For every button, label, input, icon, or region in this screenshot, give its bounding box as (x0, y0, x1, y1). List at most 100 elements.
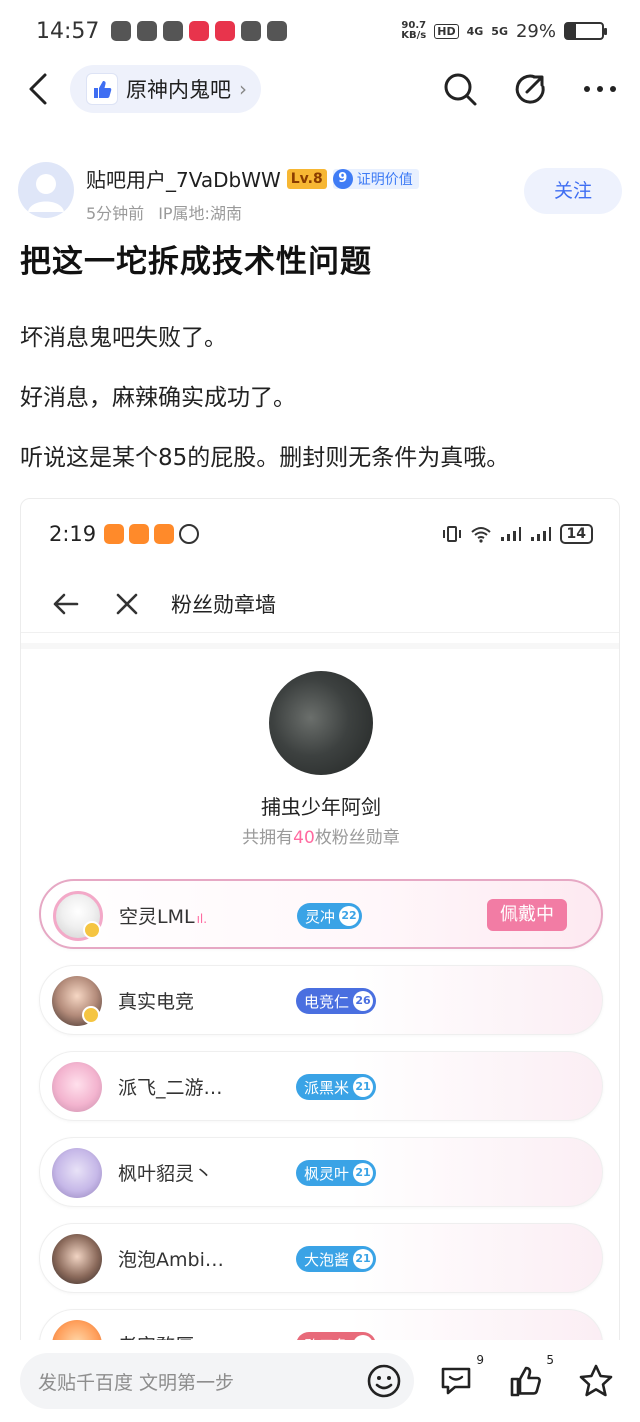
star-icon (579, 1364, 613, 1397)
like-count: 5 (546, 1353, 554, 1367)
medal-level: 26 (353, 991, 374, 1011)
vip-badge-icon (83, 921, 101, 939)
streamer-name: 枫叶貂灵丶 (118, 1163, 214, 1185)
xiaohongshu-icon (215, 21, 236, 41)
reply-input[interactable]: 发贴千百度 文明第一步 (20, 1353, 414, 1409)
fan-medal: 派黑米 21 (296, 1074, 377, 1100)
medal-row[interactable]: 空灵LML ıl. 灵冲 22 佩戴中 (39, 879, 603, 949)
hd-badge: HD (434, 23, 459, 39)
medal-row[interactable]: 枫叶貂灵丶 枫灵叶 21 (39, 1137, 603, 1207)
link-app-icon (241, 21, 262, 41)
orange-app-icon (129, 524, 150, 544)
medal-level: 21 (353, 1077, 374, 1097)
medal-level: 22 (339, 906, 360, 926)
favorite-button[interactable] (576, 1361, 616, 1401)
inner-battery: 14 (559, 524, 593, 544)
orange-app-icon (104, 524, 125, 544)
comment-icon (441, 1367, 471, 1395)
wifi-icon (470, 527, 491, 543)
post-image[interactable]: 2:19 14 粉丝勋章墙 捕虫少年阿剑 共拥有40枚粉丝勋章 空灵LML ıl.… (20, 498, 620, 1358)
more-button[interactable] (580, 69, 620, 109)
inner-header: 粉丝勋章墙 (21, 575, 619, 633)
profile-name: 捕虫少年阿剑 (261, 795, 381, 819)
medal-row[interactable]: 派飞_二游… 派黑米 21 (39, 1051, 603, 1121)
forum-name: 原神内鬼吧 (126, 78, 231, 102)
back-button[interactable] (20, 71, 56, 107)
live-bars-icon: ıl. (196, 912, 208, 926)
streamer-name: 派飞_二游… (118, 1077, 223, 1099)
vibrate-icon (442, 526, 461, 542)
close-icon (116, 593, 138, 614)
battery-fill (566, 24, 577, 38)
inner-page-title: 粉丝勋章墙 (171, 592, 276, 617)
orange-app-icon (154, 524, 175, 544)
emoji-button[interactable] (364, 1361, 404, 1401)
streamer-name: 真实电竞 (118, 991, 195, 1013)
back-icon (29, 73, 47, 105)
medal-row[interactable]: 泡泡Ambi… 大泡酱 21 (39, 1223, 603, 1293)
weibo-icon (137, 21, 158, 41)
medal-list: 空灵LML ıl. 灵冲 22 佩戴中真实电竞 电竞仁 26 派飞_二游… 派黑米 21 枫叶貂灵丶… (39, 879, 603, 1357)
follow-button[interactable]: 关注 (524, 168, 622, 214)
inner-status-time: 2:19 (49, 522, 97, 546)
wearing-button[interactable]: 佩戴中 (487, 899, 567, 931)
forum-logo (86, 73, 118, 105)
medal-row[interactable]: 真实电竞 电竞仁 26 (39, 965, 603, 1035)
reply-placeholder: 发贴千百度 文明第一步 (38, 1371, 235, 1394)
thumbs-up-icon (94, 81, 112, 98)
like-button[interactable]: 5 (506, 1353, 554, 1401)
alarm-icon (179, 524, 200, 544)
network-speed: 90.7 KB/s (401, 20, 427, 41)
tieba-icon (267, 21, 288, 41)
status-app-icons (111, 21, 288, 41)
streamer-name: 空灵LML ıl. (119, 906, 208, 928)
proof-number: 9 (332, 168, 353, 189)
inner-back-button[interactable] (49, 588, 81, 620)
inner-close-button[interactable] (111, 588, 143, 620)
share-icon (515, 74, 545, 104)
signal-icon (500, 527, 521, 541)
author-avatar[interactable] (18, 162, 74, 218)
fan-medal: 电竞仁 26 (296, 988, 377, 1014)
profile-avatar (269, 671, 373, 775)
bottom-bar: 发贴千百度 文明第一步 9 5 (0, 1340, 640, 1422)
signal-4g: 4G (466, 24, 484, 38)
thumbs-up-icon (510, 1366, 541, 1397)
battery-percent: 29% (515, 20, 556, 42)
proof-label: 证明价值 (356, 171, 413, 188)
divider (21, 643, 619, 649)
post-line-3: 听说这是某个85的屁股。删封则无条件为真哦。 (20, 445, 510, 471)
fan-avatar (52, 1062, 102, 1112)
arrow-left-icon (53, 593, 79, 614)
post-line-2: 好消息，麻辣确实成功了。 (20, 385, 296, 411)
signal-5g: 5G (491, 24, 508, 38)
fan-medal: 灵冲 22 (297, 903, 363, 929)
author-username[interactable]: 贴吧用户_7VaDbWW (86, 164, 281, 193)
status-bar: 14:57 90.7 KB/s HD 4G 5G 29% (0, 0, 640, 62)
battery-icon (564, 22, 607, 40)
inner-status-bar: 2:19 14 (21, 499, 619, 569)
medal-level: 21 (353, 1249, 374, 1269)
forum-pill[interactable]: 原神内鬼吧 › (70, 65, 261, 113)
proof-value-badge[interactable]: 9 证明价值 (332, 168, 419, 189)
search-button[interactable] (440, 69, 480, 109)
fan-medal: 大泡酱 21 (296, 1246, 377, 1272)
post-line-1: 坏消息鬼吧失败了。 (20, 325, 227, 351)
chevron-right-icon: › (239, 77, 247, 101)
vip-badge-icon (82, 1006, 100, 1024)
signal-icon (530, 527, 551, 541)
comment-button[interactable]: 9 (436, 1353, 484, 1401)
ip-location: IP属地:湖南 (158, 204, 242, 223)
shopping-app-icon (189, 21, 210, 41)
fan-medal: 枫灵叶 21 (296, 1160, 377, 1186)
fan-avatar (52, 1234, 102, 1284)
more-icon (584, 86, 616, 92)
medal-count: 40 (293, 828, 315, 848)
author-row: 贴吧用户_7VaDbWW Lv.8 9 证明价值 5分钟前 IP属地:湖南 关注 (18, 160, 622, 223)
app-notification-icon (111, 21, 132, 41)
level-badge: Lv.8 (286, 168, 327, 189)
post-time: 5分钟前 (86, 204, 145, 223)
emoji-icon (367, 1364, 401, 1398)
share-button[interactable] (510, 69, 550, 109)
comment-count: 9 (476, 1353, 484, 1367)
